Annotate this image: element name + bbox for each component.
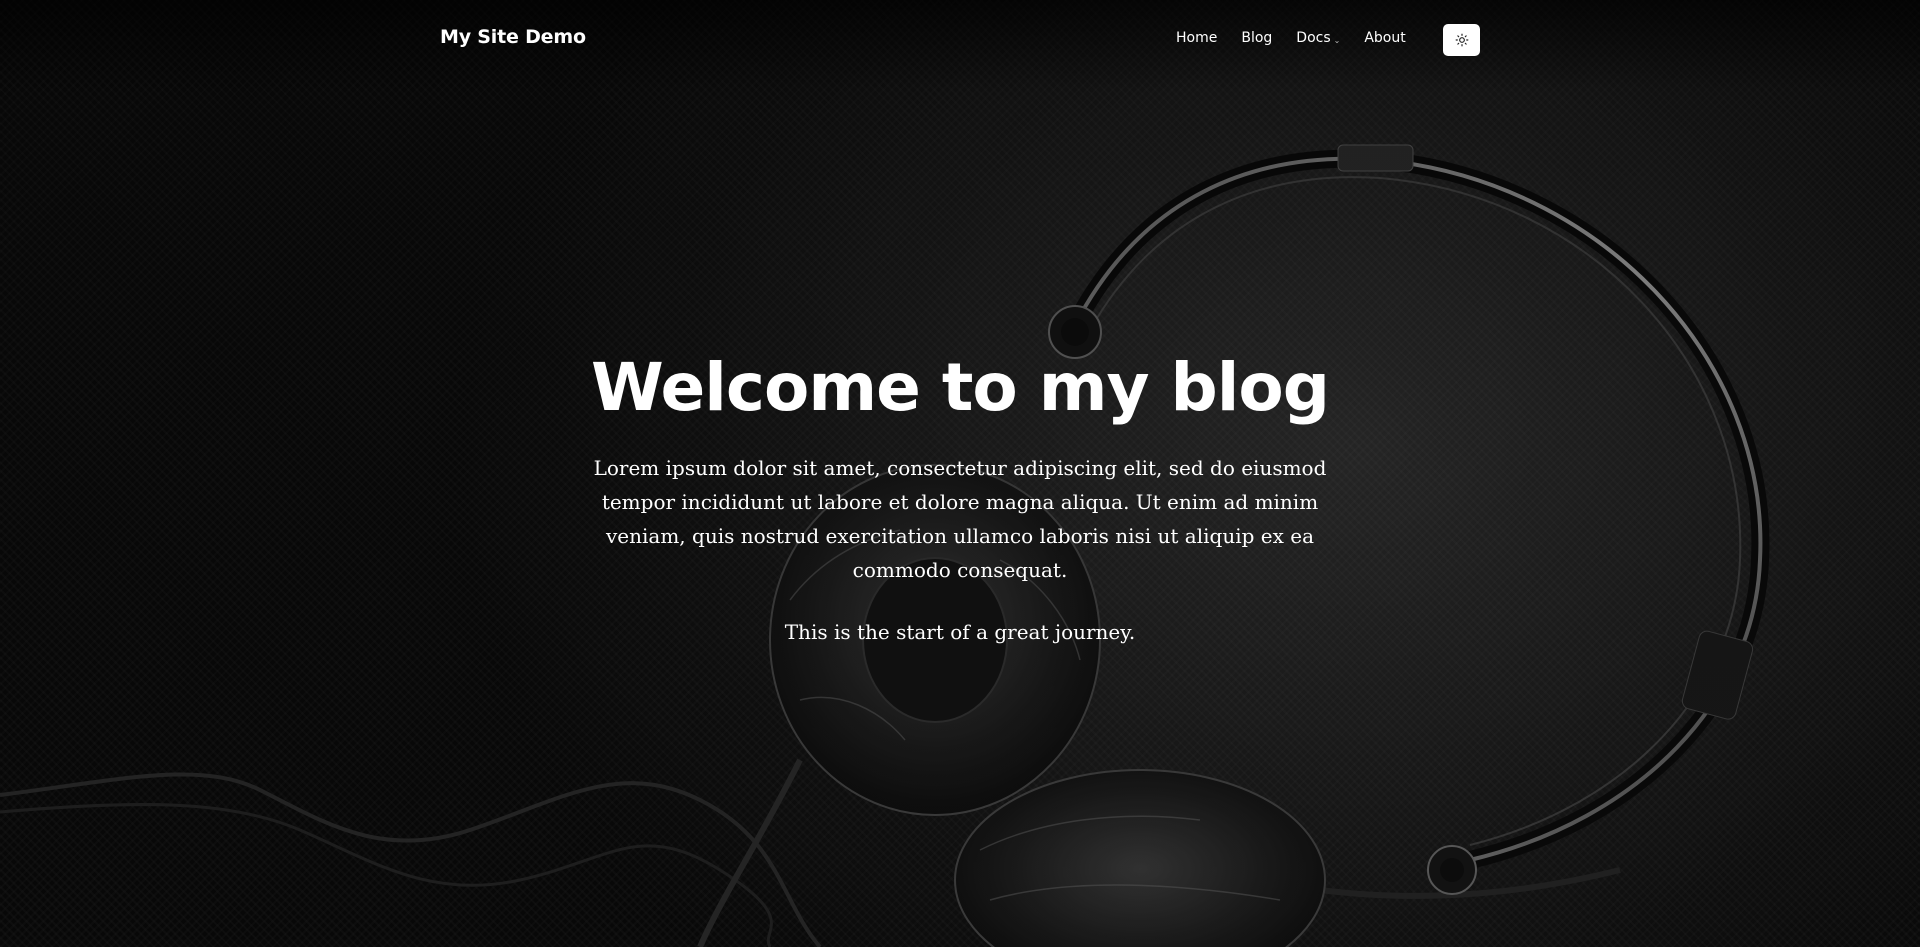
nav-links: Home Blog Docs ⌄ About [1176, 30, 1430, 46]
hero-subtitle: This is the start of a great journey. [784, 619, 1136, 644]
nav-home-link[interactable]: Home [1176, 30, 1217, 46]
hero-title: Welcome to my blog [591, 349, 1330, 426]
navbar: My Site Demo Home Blog Docs ⌄ About [0, 0, 1920, 80]
nav-docs-label: Docs [1296, 30, 1331, 46]
nav-about-link[interactable]: About [1364, 30, 1405, 46]
sun-icon [1455, 33, 1468, 47]
nav-docs-dropdown[interactable]: Docs ⌄ [1296, 30, 1340, 46]
theme-toggle-button[interactable] [1443, 24, 1480, 56]
chevron-down-icon: ⌄ [1333, 35, 1341, 45]
hero-lead-text: Lorem ipsum dolor sit amet, consectetur … [593, 455, 1327, 582]
nav-blog-link[interactable]: Blog [1241, 30, 1272, 46]
hero-section: Welcome to my blog Lorem ipsum dolor sit… [560, 349, 1360, 649]
site-brand-link[interactable]: My Site Demo [440, 26, 586, 48]
